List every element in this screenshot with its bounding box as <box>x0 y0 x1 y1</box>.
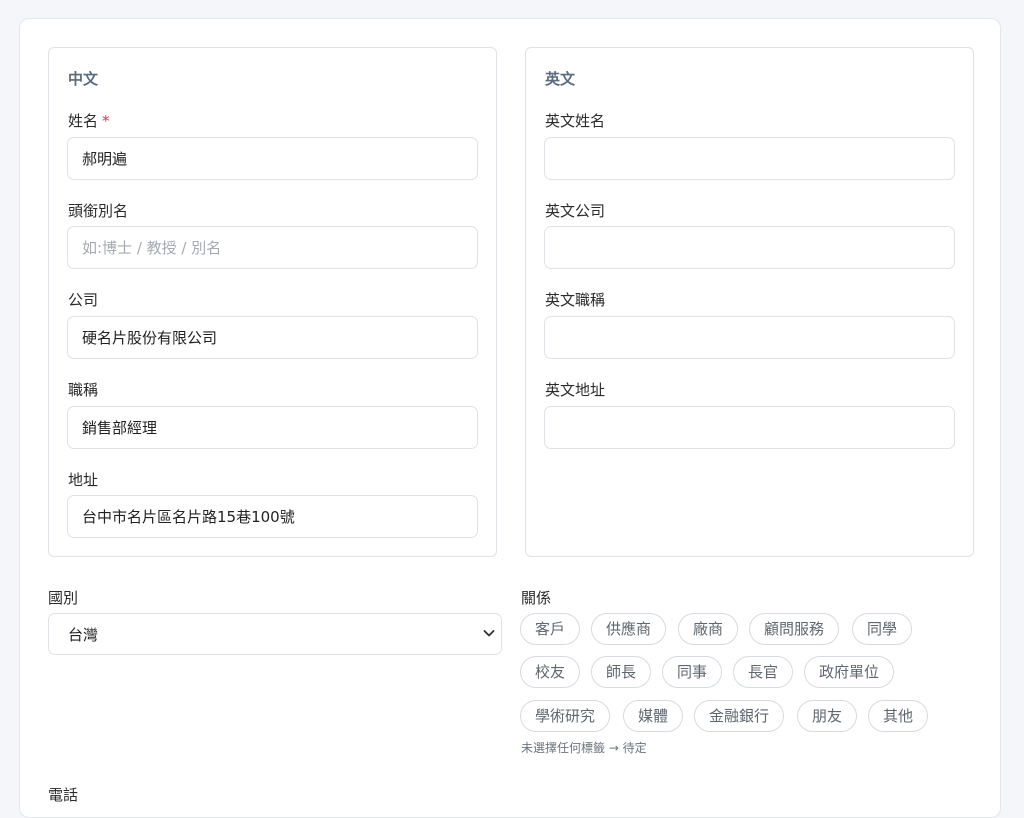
tag-academic[interactable]: 學術研究 <box>520 700 611 732</box>
country-label: 國別 <box>48 589 79 607</box>
relationship-label: 關係 <box>521 589 552 607</box>
required-mark: * <box>102 112 110 130</box>
tag-colleague[interactable]: 同事 <box>662 656 723 688</box>
tag-friend[interactable]: 朋友 <box>797 700 858 732</box>
chevron-down-icon <box>483 630 495 637</box>
tag-supplier[interactable]: 供應商 <box>591 613 667 645</box>
name-input[interactable] <box>67 137 478 180</box>
tag-classmate[interactable]: 同學 <box>852 613 913 645</box>
chinese-section: 中文 姓名* 頭銜別名 公司 職稱 地址 <box>48 47 497 557</box>
relationship-hint: 未選擇任何標籤 → 待定 <box>521 741 647 755</box>
chinese-section-title: 中文 <box>68 70 99 88</box>
tag-vendor[interactable]: 廠商 <box>678 613 739 645</box>
english-section-title: 英文 <box>545 70 576 88</box>
tag-superior[interactable]: 長官 <box>733 656 794 688</box>
phone-label: 電話 <box>48 786 79 804</box>
english-address-input[interactable] <box>544 406 955 449</box>
name-label: 姓名 * <box>68 112 110 130</box>
country-select[interactable]: 台灣 <box>48 613 502 655</box>
tag-media[interactable]: 媒體 <box>623 700 684 732</box>
english-company-label: 英文公司 <box>545 202 606 220</box>
address-input[interactable] <box>67 495 478 538</box>
job-title-label: 職稱 <box>68 381 99 399</box>
tag-customer[interactable]: 客戶 <box>520 613 581 645</box>
english-name-label: 英文姓名 <box>545 112 606 130</box>
tag-government[interactable]: 政府單位 <box>804 656 895 688</box>
company-label: 公司 <box>68 291 99 309</box>
tag-consulting[interactable]: 顧問服務 <box>749 613 840 645</box>
company-input[interactable] <box>67 316 478 359</box>
english-company-input[interactable] <box>544 226 955 269</box>
alias-label: 頭銜別名 <box>68 202 129 220</box>
english-section: 英文 英文姓名 英文公司 英文職稱 英文地址 <box>525 47 974 557</box>
address-label: 地址 <box>68 471 99 489</box>
english-name-input[interactable] <box>544 137 955 180</box>
tag-other[interactable]: 其他 <box>868 700 929 732</box>
tag-alumni[interactable]: 校友 <box>520 656 581 688</box>
alias-input[interactable] <box>67 226 478 269</box>
job-title-input[interactable] <box>67 406 478 449</box>
english-title-label: 英文職稱 <box>545 291 606 309</box>
tag-finance[interactable]: 金融銀行 <box>694 700 785 732</box>
country-selected-value: 台灣 <box>68 626 99 644</box>
english-title-input[interactable] <box>544 316 955 359</box>
english-address-label: 英文地址 <box>545 381 606 399</box>
tag-teacher[interactable]: 師長 <box>591 656 652 688</box>
